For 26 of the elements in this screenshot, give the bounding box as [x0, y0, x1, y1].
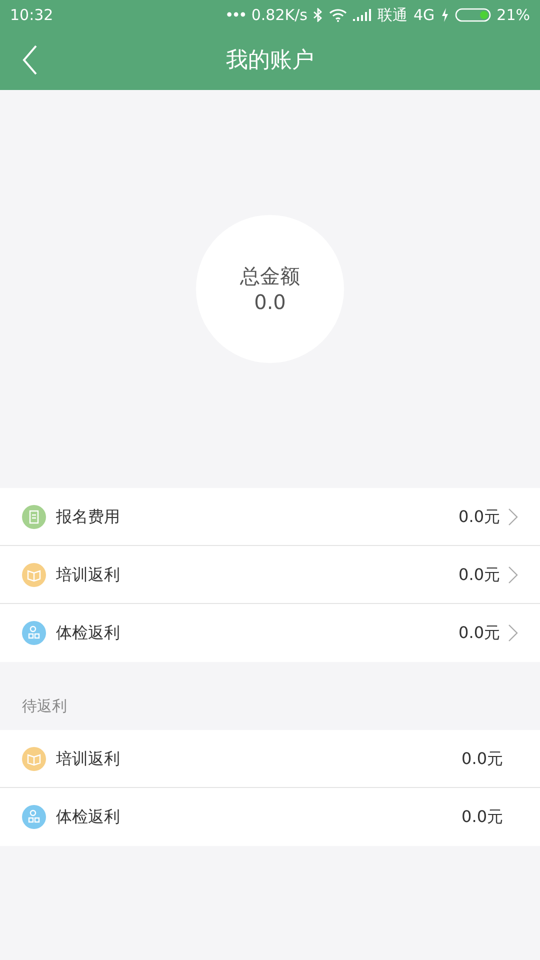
section-title: 待返利	[22, 696, 67, 717]
row-amount: 0.0元	[458, 622, 500, 644]
row-label: 体检返利	[56, 622, 120, 644]
row-amount: 0.0元	[462, 806, 503, 828]
charging-icon	[440, 8, 449, 22]
row-amount: 0.0元	[458, 564, 500, 586]
total-amount: 0.0	[254, 289, 286, 315]
network-speed: 0.82K/s	[251, 4, 308, 26]
network-type: 4G	[413, 4, 435, 26]
status-time: 10:32	[10, 4, 54, 26]
row-label: 培训返利	[56, 564, 120, 586]
wifi-icon	[329, 8, 348, 22]
row-label: 培训返利	[56, 748, 120, 770]
battery-percent: 21%	[496, 4, 530, 26]
row-amount: 0.0元	[462, 748, 503, 770]
back-icon	[22, 45, 38, 75]
bluetooth-icon	[313, 8, 324, 22]
battery-icon	[454, 8, 491, 22]
total-label: 总金额	[240, 263, 300, 289]
signal-icon	[353, 9, 372, 21]
row-label: 体检返利	[56, 806, 120, 828]
status-dots: •••	[224, 4, 246, 26]
carrier-name: 联通	[377, 4, 408, 26]
row-label: 报名费用	[56, 506, 120, 528]
page-title: 我的账户	[226, 46, 314, 74]
row-amount: 0.0元	[458, 506, 500, 528]
